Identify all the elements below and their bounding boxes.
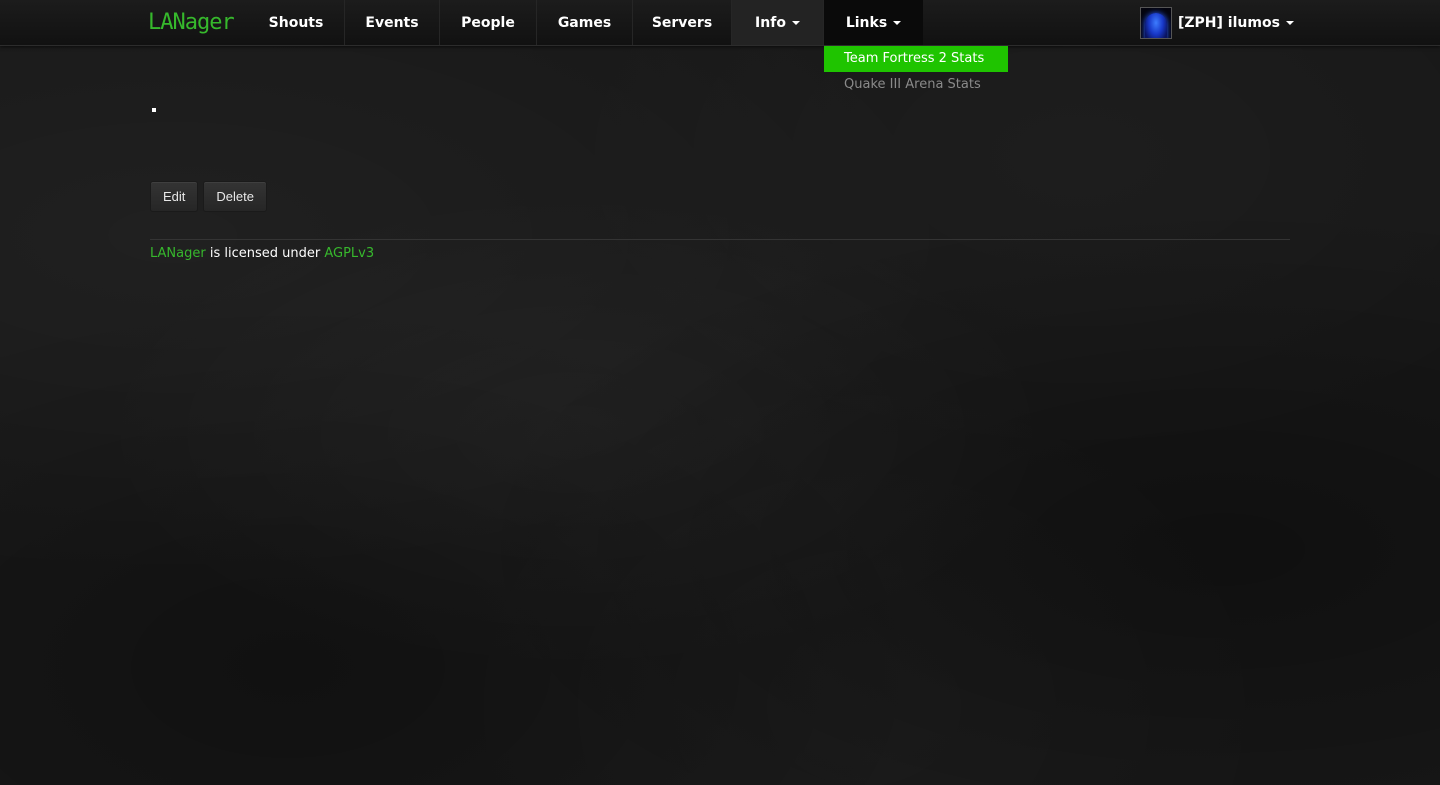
nav-item-label: Servers bbox=[651, 14, 713, 31]
content-list bbox=[150, 102, 156, 112]
license-link[interactable]: AGPLv3 bbox=[324, 246, 374, 261]
dropdown-item-tf2-stats[interactable]: Team Fortress 2 Stats bbox=[824, 46, 1008, 72]
avatar-arch-icon bbox=[1145, 13, 1167, 38]
nav-item-info-dropdown[interactable]: Info bbox=[732, 0, 824, 45]
footer-text: is licensed under bbox=[205, 246, 325, 261]
nav-item-label: Games bbox=[557, 14, 612, 31]
nav-item-label: Shouts bbox=[268, 14, 324, 31]
lanager-link[interactable]: LANager bbox=[150, 246, 206, 261]
nav-item-label: Info bbox=[755, 14, 786, 31]
user-menu-dropdown[interactable]: [ZPH] ilumos bbox=[1140, 6, 1294, 40]
list-bullet bbox=[152, 108, 156, 112]
footer-divider bbox=[150, 239, 1290, 240]
edit-button[interactable]: Edit bbox=[150, 181, 199, 212]
action-buttons: Edit Delete bbox=[150, 181, 267, 212]
caret-down-icon bbox=[893, 20, 902, 25]
brand-logo[interactable]: LANager bbox=[148, 3, 235, 41]
main-nav: Shouts Events People Games Servers Info … bbox=[248, 0, 923, 45]
top-navbar: LANager Shouts Events People Games Serve… bbox=[0, 0, 1440, 46]
nav-item-servers[interactable]: Servers bbox=[633, 0, 732, 45]
user-name: [ZPH] ilumos bbox=[1178, 15, 1280, 31]
nav-item-label: Links bbox=[845, 14, 888, 31]
nav-item-label: People bbox=[461, 14, 515, 31]
caret-down-icon bbox=[791, 20, 800, 25]
caret-down-icon bbox=[1285, 21, 1294, 25]
nav-item-shouts[interactable]: Shouts bbox=[248, 0, 345, 45]
nav-item-people[interactable]: People bbox=[440, 0, 537, 45]
links-dropdown-menu: Team Fortress 2 Stats Quake III Arena St… bbox=[824, 46, 1008, 98]
delete-button[interactable]: Delete bbox=[203, 181, 267, 212]
nav-item-links-dropdown[interactable]: Links bbox=[824, 0, 923, 45]
nav-item-label: Events bbox=[365, 14, 419, 31]
avatar bbox=[1140, 7, 1172, 39]
dropdown-item-quake3-stats[interactable]: Quake III Arena Stats bbox=[824, 72, 1008, 98]
footer: LANager is licensed under AGPLv3 bbox=[150, 246, 374, 261]
nav-item-games[interactable]: Games bbox=[537, 0, 633, 45]
nav-item-events[interactable]: Events bbox=[345, 0, 440, 45]
